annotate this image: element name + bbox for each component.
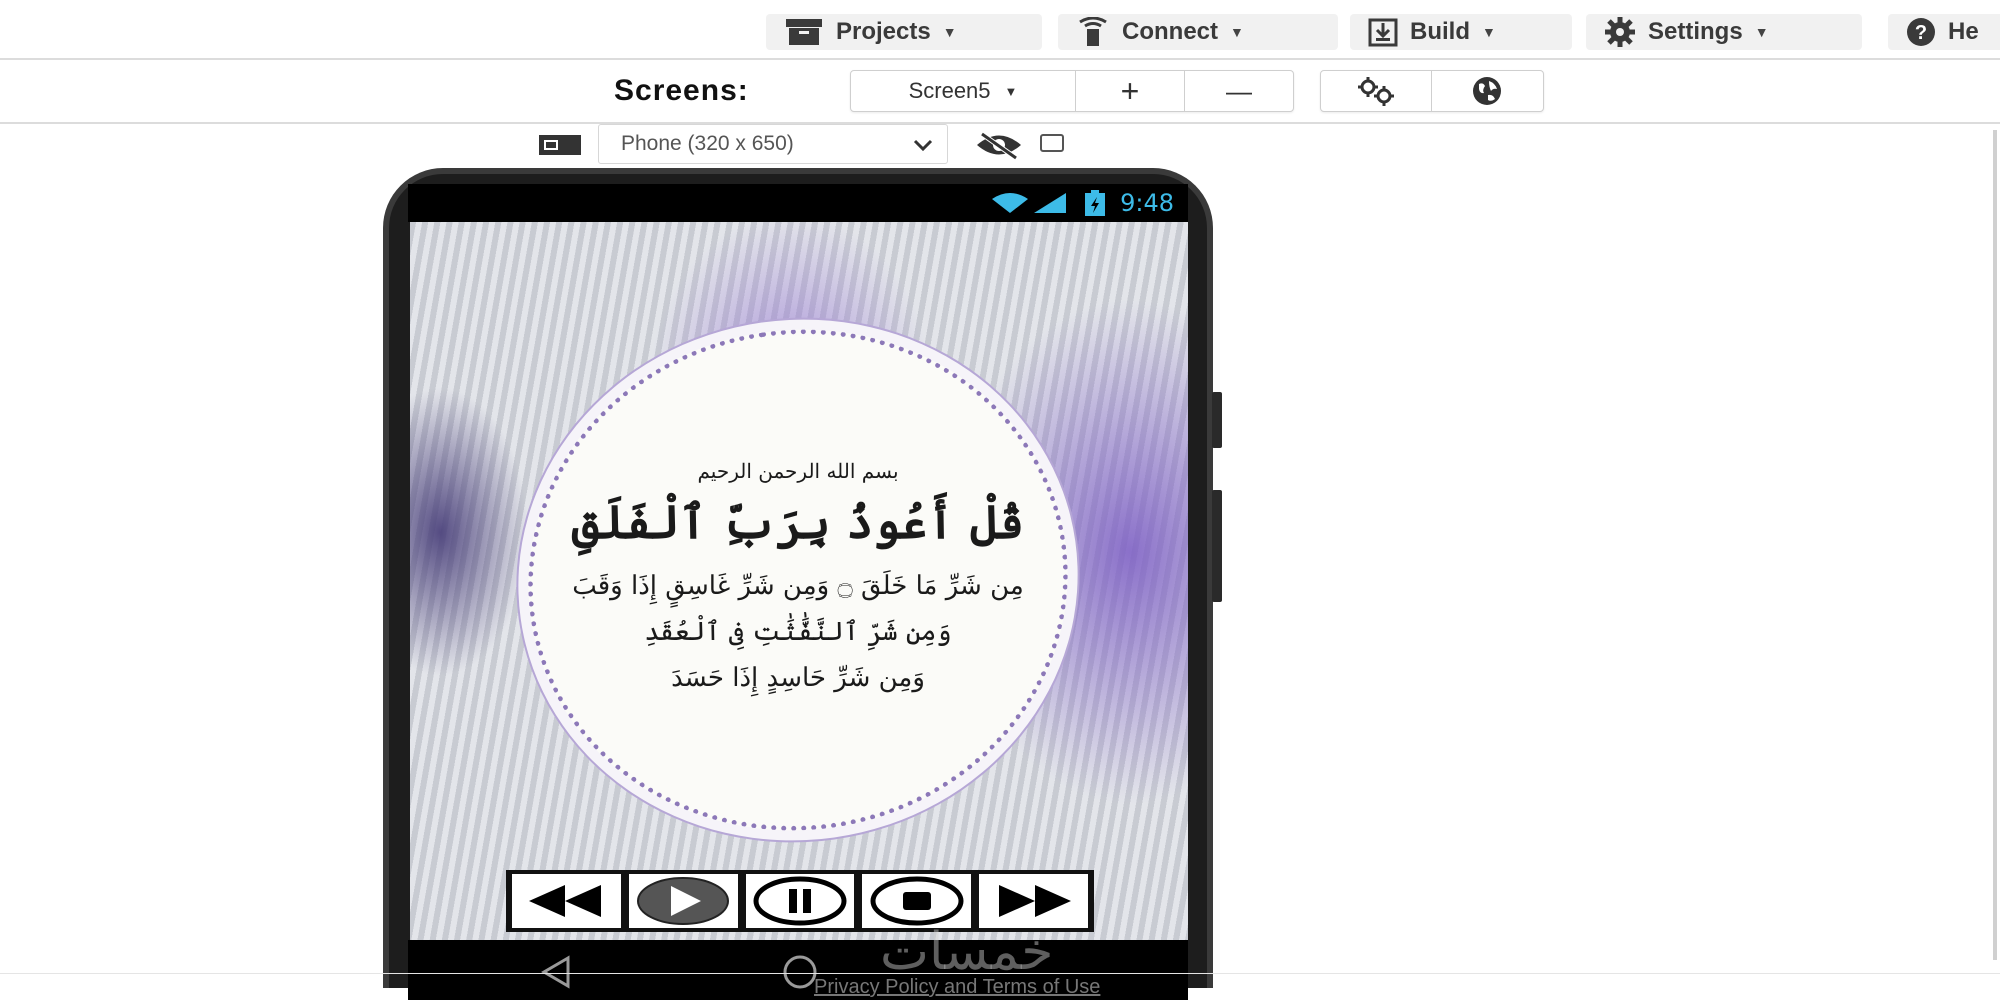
verse-frame: بسم الله الرحمن الرحيم قُلْ أَعُوذُ بِرَ… [495,294,1101,866]
wifi-signal-icon [992,193,1067,213]
rewind-icon [529,885,602,917]
screen-size-icon[interactable] [538,134,582,156]
battery-icon [1085,190,1106,216]
screen-controls: Screen5 ▼ + — [850,70,1294,112]
gears-icon [1358,77,1394,106]
current-screen-label: Screen5 [908,78,991,103]
screen-extra-controls [1320,70,1544,112]
caret-down-icon: ▼ [942,24,957,40]
screen-select-dropdown[interactable]: Screen5 ▼ [851,71,1076,111]
eye-slash-icon[interactable] [974,130,1024,160]
play-button[interactable] [628,874,738,928]
connect-label: Connect [1122,18,1218,45]
fast-forward-icon [998,885,1071,917]
footer-divider [0,973,2000,974]
verse-line-4: وَمِن شَرِّ حَاسِدٍ إِذَا حَسَدَ [671,663,925,693]
screens-toolbar: Screens: Screen5 ▼ + — [0,60,2000,124]
screen-settings-button[interactable] [1321,71,1432,111]
device-size-select[interactable]: Phone (320 x 650) [598,124,948,164]
stop-button[interactable] [862,874,972,928]
pause-button[interactable] [745,874,855,928]
gear-icon [1605,17,1635,47]
device-size-value: Phone (320 x 650) [621,132,794,155]
caret-down-icon: ▼ [1230,24,1244,40]
phone-status-bar: 9:48 [408,184,1188,222]
status-time: 9:48 [1120,189,1174,217]
rewind-button[interactable] [512,874,621,928]
help-circle-icon: ? [1907,18,1935,46]
chevron-down-icon [913,139,933,152]
pause-icon [753,876,847,926]
remove-screen-button[interactable]: — [1185,71,1293,111]
help-menu-button[interactable]: ? He [1888,14,2000,50]
basmala-text: بسم الله الرحمن الرحيم [697,459,899,483]
phone-power-button [1212,490,1222,602]
help-label: He [1948,18,1979,45]
phone-screen: بسم الله الرحمن الرحيم قُلْ أَعُوذُ بِرَ… [410,222,1188,940]
verse-line-2: مِن شَرِّ مَا خَلَقَ ۝ وَمِن شَرِّ غَاسِ… [572,571,1024,601]
settings-menu-button[interactable]: Settings ▼ [1586,14,1862,50]
play-icon [637,877,730,925]
build-label: Build [1410,18,1470,45]
connect-tower-icon [1079,17,1107,46]
preview-checkbox[interactable] [1040,134,1064,152]
page-scrollbar[interactable] [1993,130,1997,960]
privacy-policy-link[interactable]: Privacy Policy and Terms of Use [814,976,1100,999]
verse-line-3: وَمِن شَرِّ ٱلنَّفَّٰثَٰتِ فِى ٱلْعُقَدِ [644,617,952,647]
archive-icon [786,19,822,45]
svg-text:?: ? [1915,22,1927,44]
add-screen-button[interactable]: + [1076,71,1185,111]
back-triangle-icon[interactable] [538,954,574,990]
stop-icon [870,876,964,926]
phone-volume-button [1212,392,1222,448]
top-menu-bar: Projects ▼ Connect ▼ Build ▼ Settings ▼ … [0,0,2000,60]
download-box-icon [1368,18,1398,47]
projects-menu-button[interactable]: Projects ▼ [766,14,1042,50]
caret-down-icon: ▼ [1754,24,1769,40]
caret-down-icon: ▼ [1482,24,1496,40]
language-button[interactable] [1432,71,1542,111]
projects-label: Projects [836,18,931,45]
connect-menu-button[interactable]: Connect ▼ [1058,14,1338,50]
screens-label: Screens: [614,74,749,107]
settings-label: Settings [1648,18,1743,45]
fast-forward-button[interactable] [979,874,1088,928]
build-menu-button[interactable]: Build ▼ [1350,14,1572,50]
verse-line-1: قُلْ أَعُوذُ بِرَبِّ ٱلْفَلَقِ [571,495,1025,549]
globe-icon [1473,77,1501,105]
caret-down-icon: ▼ [1004,83,1018,99]
